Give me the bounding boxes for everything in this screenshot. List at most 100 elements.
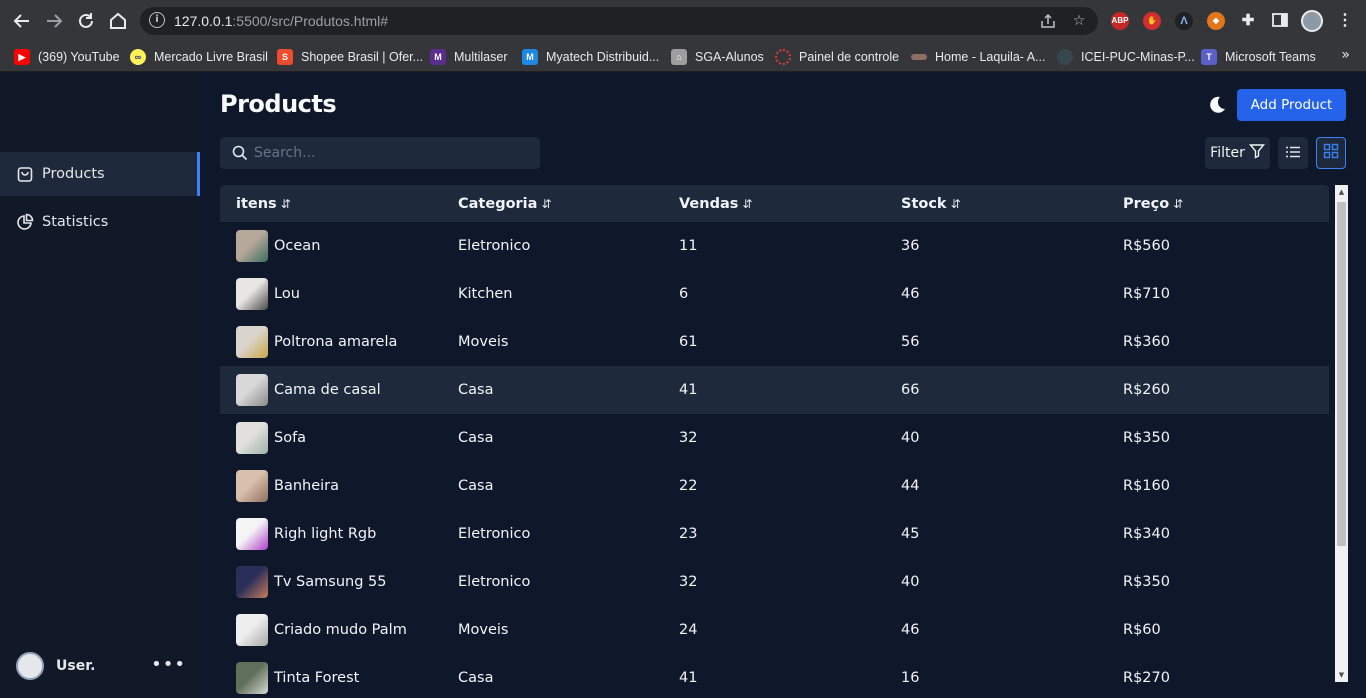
sidebar-item-label: Statistics xyxy=(42,214,109,230)
product-name: Righ light Rgb xyxy=(274,526,377,542)
column-header-vendas[interactable]: Vendas ⇵ xyxy=(679,185,752,222)
table-row[interactable]: Banheira Casa 22 44 R$160 xyxy=(220,462,1329,510)
column-header-itens[interactable]: itens ⇵ xyxy=(236,185,291,222)
scrollbar-thumb[interactable] xyxy=(1337,202,1346,546)
share-icon[interactable] xyxy=(1040,13,1056,29)
table-row[interactable]: Ocean Eletronico 11 36 R$560 xyxy=(220,222,1329,270)
multilaser-icon: M xyxy=(430,49,446,65)
info-icon[interactable]: i xyxy=(149,12,165,28)
bookmark-mercadolivre[interactable]: ∞ Mercado Livre Brasil xyxy=(130,47,268,67)
back-arrow-icon[interactable] xyxy=(12,11,32,31)
address-bar[interactable]: i 127.0.0.1:5500/src/Produtos.html# ☆ xyxy=(140,7,1098,35)
table-row[interactable]: Criado mudo Palm Moveis 24 46 R$60 xyxy=(220,606,1329,654)
extension-a-icon[interactable]: Λ xyxy=(1175,12,1193,30)
sidebar-item-products[interactable]: Products xyxy=(0,152,200,196)
cell-price: R$270 xyxy=(1123,670,1170,686)
puzzle-extensions-icon[interactable]: ✚ xyxy=(1239,12,1257,30)
table-row[interactable]: Tinta Forest Casa 41 16 R$270 xyxy=(220,654,1329,698)
cell-item: Tv Samsung 55 xyxy=(236,558,386,606)
bookmark-myatech[interactable]: M Myatech Distribuid... xyxy=(522,47,659,67)
reload-icon[interactable] xyxy=(76,11,96,31)
list-view-icon xyxy=(1285,144,1301,163)
product-thumbnail xyxy=(236,374,268,406)
bookmark-icei[interactable]: ICEI-PUC-Minas-P... xyxy=(1057,47,1195,67)
sort-icon[interactable]: ⇵ xyxy=(541,197,551,211)
table-row[interactable]: Lou Kitchen 6 46 R$710 xyxy=(220,270,1329,318)
search-bar[interactable] xyxy=(220,137,540,169)
scrollbar[interactable]: ▲ ▼ xyxy=(1335,185,1348,682)
table-row[interactable]: Cama de casal Casa 41 66 R$260 xyxy=(220,366,1329,414)
bookmark-teams[interactable]: T Microsoft Teams xyxy=(1201,47,1316,67)
scroll-down-arrow-icon[interactable]: ▼ xyxy=(1335,668,1348,682)
filter-button[interactable]: Filter xyxy=(1205,137,1270,169)
cell-category: Casa xyxy=(458,478,494,494)
sort-icon[interactable]: ⇵ xyxy=(281,197,291,211)
profile-avatar-icon[interactable] xyxy=(1301,10,1323,32)
sort-icon[interactable]: ⇵ xyxy=(1173,197,1183,211)
sort-icon[interactable]: ⇵ xyxy=(951,197,961,211)
sidebar-item-statistics[interactable]: Statistics xyxy=(0,200,200,244)
cell-item: Lou xyxy=(236,270,300,318)
cell-category: Eletronico xyxy=(458,238,531,254)
bookmark-label: Mercado Livre Brasil xyxy=(154,50,268,64)
cell-price: R$260 xyxy=(1123,382,1170,398)
stop-hand-icon[interactable]: ✋ xyxy=(1143,12,1161,30)
bookmark-youtube[interactable]: ▶ (369) YouTube xyxy=(14,47,120,67)
cell-sales: 41 xyxy=(679,382,698,398)
table-row[interactable]: Poltrona amarela Moveis 61 56 R$360 xyxy=(220,318,1329,366)
bookmark-star-icon[interactable]: ☆ xyxy=(1071,13,1087,29)
scroll-up-arrow-icon[interactable]: ▲ xyxy=(1335,185,1348,199)
list-view-button[interactable] xyxy=(1278,137,1308,169)
column-header-stock[interactable]: Stock ⇵ xyxy=(901,185,961,222)
laquila-icon xyxy=(911,54,927,60)
cell-stock: 40 xyxy=(901,574,920,590)
more-bookmarks-icon[interactable]: » xyxy=(1341,47,1350,63)
cell-price: R$350 xyxy=(1123,574,1170,590)
search-input[interactable] xyxy=(254,137,534,169)
cell-stock: 16 xyxy=(901,670,920,686)
table-row[interactable]: Righ light Rgb Eletronico 23 45 R$340 xyxy=(220,510,1329,558)
bookmark-multilaser[interactable]: M Multilaser xyxy=(430,47,508,67)
cell-sales: 32 xyxy=(679,574,698,590)
bookmark-label: Home - Laquila- A... xyxy=(935,50,1046,64)
product-thumbnail xyxy=(236,326,268,358)
product-name: Criado mudo Palm xyxy=(274,622,407,638)
table-row[interactable]: Tv Samsung 55 Eletronico 32 40 R$350 xyxy=(220,558,1329,606)
column-label: Preço xyxy=(1123,195,1170,212)
product-name: Tinta Forest xyxy=(274,670,360,686)
sort-icon[interactable]: ⇵ xyxy=(742,197,752,211)
product-thumbnail xyxy=(236,230,268,262)
browser-chrome: i 127.0.0.1:5500/src/Produtos.html# ☆ AB… xyxy=(0,0,1366,72)
forward-arrow-icon[interactable] xyxy=(44,11,64,31)
dark-mode-toggle-icon[interactable] xyxy=(1206,94,1228,116)
cell-category: Casa xyxy=(458,382,494,398)
adblock-icon[interactable]: ABP xyxy=(1111,12,1129,30)
bookmark-laquila[interactable]: Home - Laquila- A... xyxy=(911,47,1045,67)
avatar[interactable] xyxy=(16,652,44,680)
address-url[interactable]: 127.0.0.1:5500/src/Produtos.html# xyxy=(174,13,388,29)
browser-toolbar: i 127.0.0.1:5500/src/Produtos.html# ☆ AB… xyxy=(0,0,1366,42)
menu-kebab-icon[interactable]: ⋮ xyxy=(1336,12,1354,30)
bookmark-sga[interactable]: ⌂ SGA-Alunos xyxy=(671,47,764,67)
product-name: Poltrona amarela xyxy=(274,334,398,350)
product-name: Banheira xyxy=(274,478,340,494)
cell-sales: 24 xyxy=(679,622,698,638)
side-panel-icon[interactable] xyxy=(1271,12,1289,30)
table-row[interactable]: Sofa Casa 32 40 R$350 xyxy=(220,414,1329,462)
column-header-categoria[interactable]: Categoria ⇵ xyxy=(458,185,552,222)
user-profile[interactable]: User. ••• xyxy=(16,650,186,682)
cell-item: Poltrona amarela xyxy=(236,318,397,366)
bookmark-shopee[interactable]: S Shopee Brasil | Ofer... xyxy=(277,47,423,67)
painel-icon xyxy=(775,49,791,65)
column-header-preco[interactable]: Preço ⇵ xyxy=(1123,185,1183,222)
bookmark-painel[interactable]: Painel de controle xyxy=(775,47,899,67)
home-icon[interactable] xyxy=(108,11,128,31)
cell-item: Tinta Forest xyxy=(236,654,359,698)
grid-view-button[interactable] xyxy=(1316,137,1346,169)
add-product-button[interactable]: Add Product xyxy=(1237,89,1346,121)
icei-icon xyxy=(1057,49,1073,65)
cell-price: R$360 xyxy=(1123,334,1170,350)
cell-price: R$160 xyxy=(1123,478,1170,494)
metamask-icon[interactable]: ◆ xyxy=(1207,12,1225,30)
more-options-icon[interactable]: ••• xyxy=(151,654,186,675)
